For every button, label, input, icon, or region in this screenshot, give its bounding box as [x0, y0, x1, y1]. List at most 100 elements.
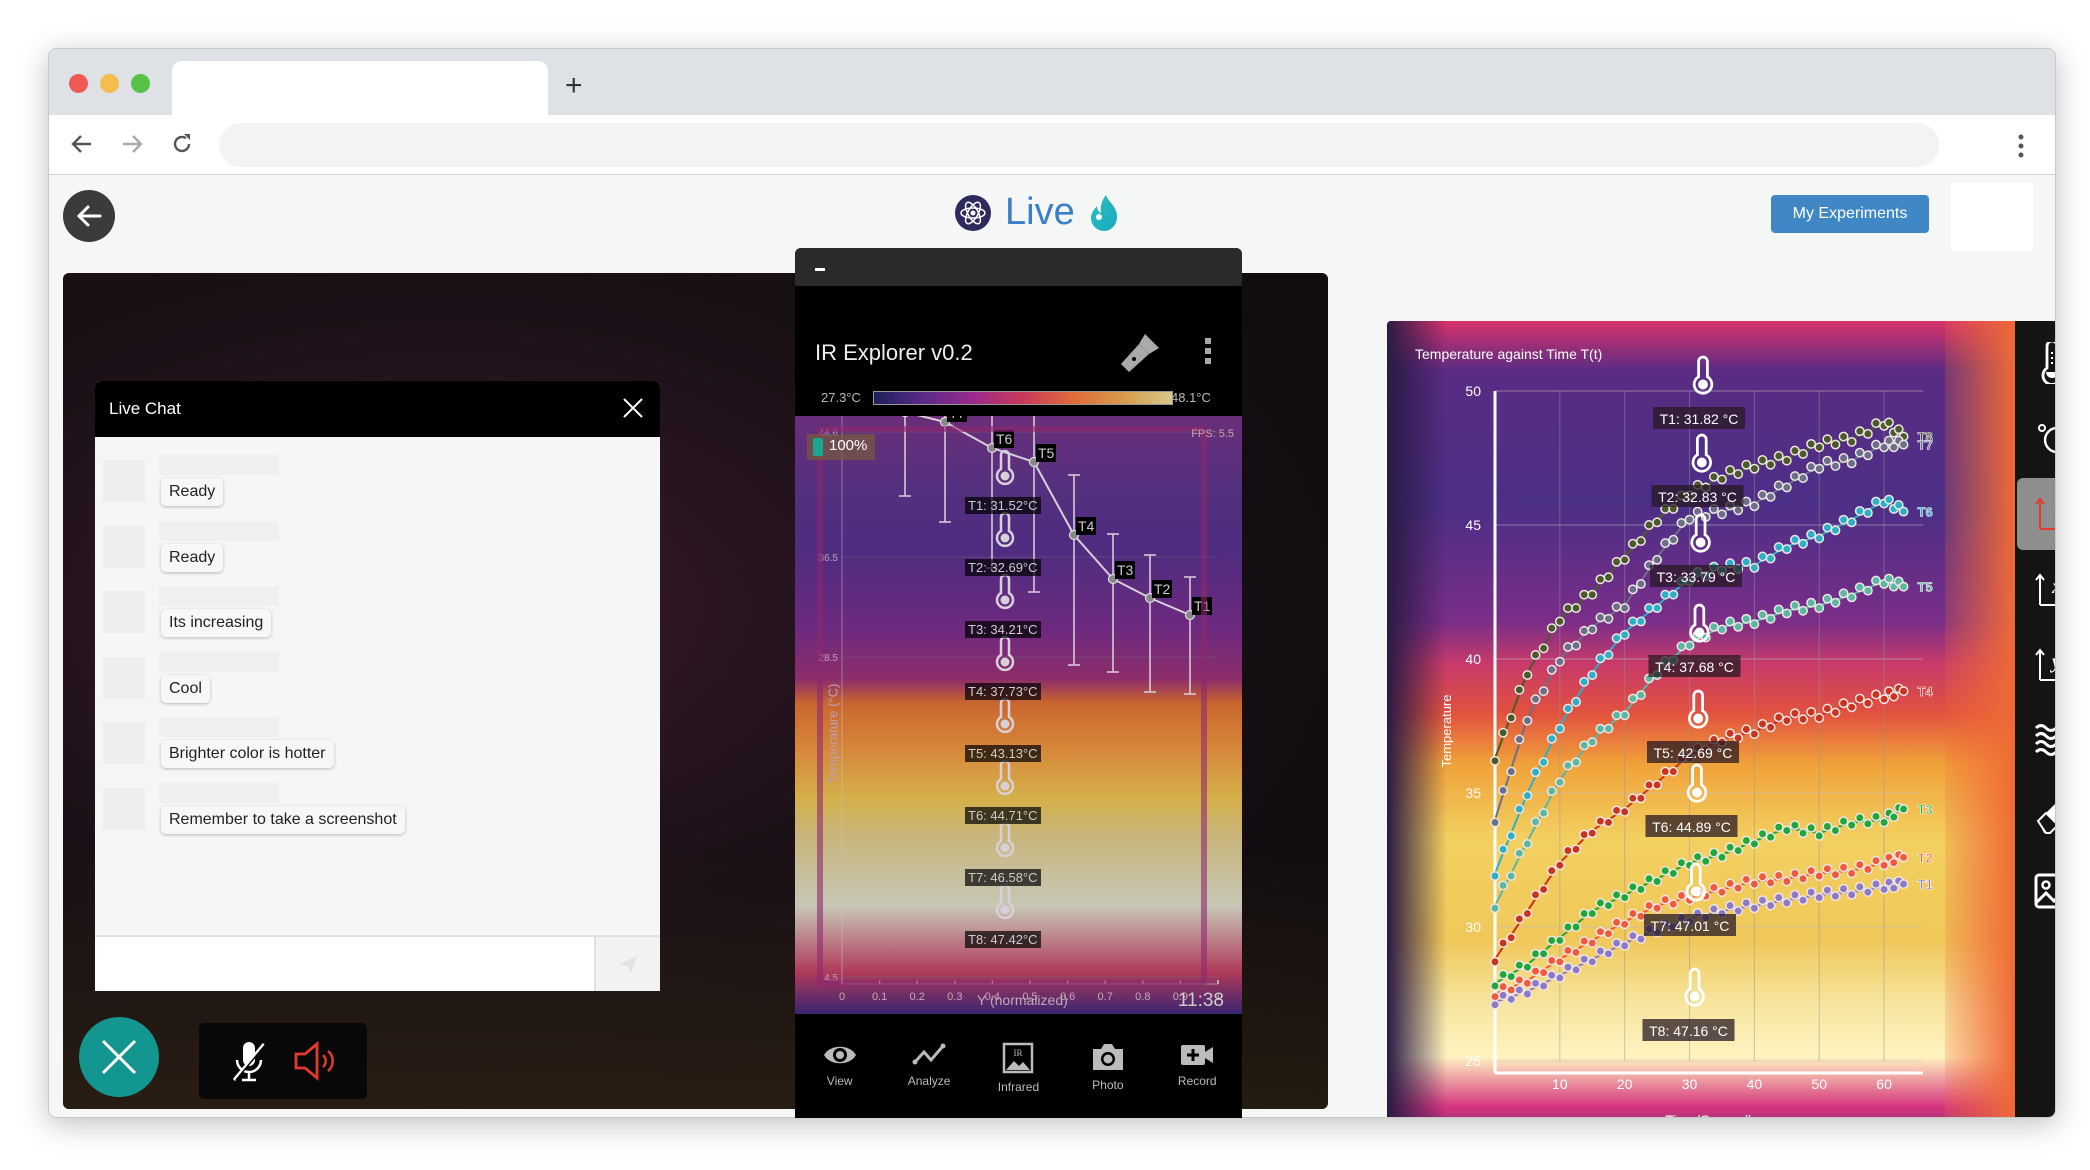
data-point: [1733, 905, 1744, 916]
nav-photo[interactable]: Photo: [1073, 1042, 1143, 1118]
chat-input-row: [95, 935, 660, 991]
data-point: [1522, 989, 1533, 999]
data-point: [1806, 822, 1817, 833]
overflow-menu-icon[interactable]: [1203, 336, 1213, 366]
data-point: [1514, 848, 1525, 859]
send-button[interactable]: [594, 937, 660, 991]
nav-label: Record: [1177, 1074, 1217, 1088]
data-point: [1838, 816, 1849, 827]
flashlight-icon[interactable]: [1117, 330, 1163, 376]
data-point: [1789, 445, 1800, 456]
data-point: [1871, 575, 1881, 586]
tool-temperature-vs-y[interactable]: y: [2017, 629, 2055, 701]
chat-message-list: Ready Ready Its increasing Cool Brighter…: [95, 437, 660, 923]
nav-record[interactable]: Record: [1162, 1042, 1232, 1118]
data-point: [1514, 734, 1525, 745]
data-point: [1627, 538, 1638, 549]
data-point: [1595, 574, 1606, 585]
avatar: [103, 591, 145, 633]
data-point: [1871, 439, 1881, 450]
x-tick-label: 0.1: [872, 991, 887, 1003]
tool-temperature-vs-time[interactable]: t: [2017, 478, 2055, 550]
avatar: [103, 656, 145, 699]
phone-screen: IR Explorer v0.2 27.3°C 48.1°C 0 0.1 0.2 0.…: [795, 248, 1242, 1118]
svg-text:T2: 32.83 °C: T2: 32.83 °C: [1658, 489, 1737, 505]
data-point: [1660, 538, 1671, 549]
kebab-menu-icon[interactable]: [2017, 133, 2025, 159]
x-tick-label: 10: [1552, 1076, 1568, 1092]
svg-text:T3: 33.79 °C: T3: 33.79 °C: [1657, 569, 1736, 585]
probe-overlay-label: T1: 31.82 °C: [1653, 407, 1745, 429]
probe-overlay-label: T2: 32.83 °C: [1651, 485, 1744, 507]
message-bubble: Cool: [161, 674, 210, 703]
arrow-left-icon[interactable]: [69, 131, 95, 157]
nav-analyze[interactable]: Analyze: [894, 1042, 964, 1118]
chat-message: Cool: [95, 642, 660, 708]
data-point: [1830, 597, 1841, 608]
tool-thermometer[interactable]: [2017, 327, 2055, 399]
nav-infrared[interactable]: IR Infrared: [983, 1042, 1053, 1118]
data-point: [1798, 473, 1808, 484]
series-label: T3: [1918, 802, 1933, 817]
data-point: [1898, 439, 1909, 450]
data-point: [1619, 806, 1630, 817]
tool-celsius[interactable]: [2017, 403, 2055, 475]
tool-image[interactable]: [2017, 856, 2055, 928]
data-point: [1898, 686, 1909, 697]
data-point: [1563, 922, 1573, 932]
end-call-button[interactable]: [79, 1017, 159, 1097]
data-point: [1668, 589, 1679, 600]
probe-thermometer-icon: [1684, 967, 1705, 1007]
data-point: [1546, 970, 1557, 981]
data-point: [1814, 533, 1825, 544]
data-point: [1838, 698, 1849, 709]
data-point: [1603, 900, 1614, 911]
data-point: [1554, 616, 1565, 627]
data-point: [1635, 616, 1646, 627]
data-point: [1871, 496, 1881, 507]
mic-muted-icon[interactable]: [228, 1038, 270, 1084]
new-tab-button[interactable]: +: [565, 71, 583, 101]
data-point: [1717, 624, 1727, 635]
my-experiments-button[interactable]: My Experiments: [1771, 195, 1929, 233]
data-point: [1846, 436, 1857, 447]
infrared-camera-view: 00.10.20.30.40.50.60.70.80.9144.636.528.…: [795, 416, 1242, 1014]
nav-view[interactable]: View: [805, 1042, 875, 1118]
probe-thermometer-icon: [1692, 355, 1714, 395]
tool-temperature-vs-x[interactable]: x: [2017, 554, 2055, 626]
browser-tab[interactable]: [172, 61, 548, 115]
tool-eraser[interactable]: [2017, 780, 2055, 852]
chat-message-input[interactable]: [95, 937, 594, 991]
back-button[interactable]: [63, 190, 115, 242]
data-point: [1506, 830, 1517, 841]
temperature-time-chart-panel: Temperature against Time T(t) 25 30 35 40 45 5…: [1387, 321, 2015, 1117]
data-point: [1514, 804, 1525, 815]
speaker-icon[interactable]: [292, 1038, 338, 1084]
data-point: [1490, 817, 1500, 828]
maximize-window-button[interactable]: [131, 74, 150, 93]
battery-indicator: 100%: [807, 434, 875, 460]
data-point: [1798, 605, 1808, 616]
data-point: [1498, 844, 1509, 855]
close-icon[interactable]: [620, 395, 646, 421]
tool-heat-waves[interactable]: [2017, 705, 2055, 777]
data-point: [1579, 740, 1590, 751]
data-point: [1862, 428, 1873, 439]
data-point: [1538, 948, 1549, 959]
data-point: [1741, 874, 1752, 885]
data-point: [1530, 650, 1541, 660]
close-window-button[interactable]: [69, 74, 88, 93]
data-point: [1490, 981, 1500, 991]
arrow-right-icon[interactable]: [119, 131, 145, 157]
data-point: [1708, 903, 1719, 914]
data-point: [1725, 878, 1736, 889]
data-point: [1603, 613, 1614, 624]
data-point: [1644, 520, 1654, 530]
reload-icon[interactable]: [169, 131, 195, 157]
data-point: [1595, 897, 1606, 908]
series-label: T7: [1918, 438, 1933, 453]
minimize-window-button[interactable]: [100, 74, 119, 93]
address-bar[interactable]: [219, 123, 1939, 167]
data-point: [1635, 579, 1646, 589]
data-point: [1814, 713, 1825, 723]
